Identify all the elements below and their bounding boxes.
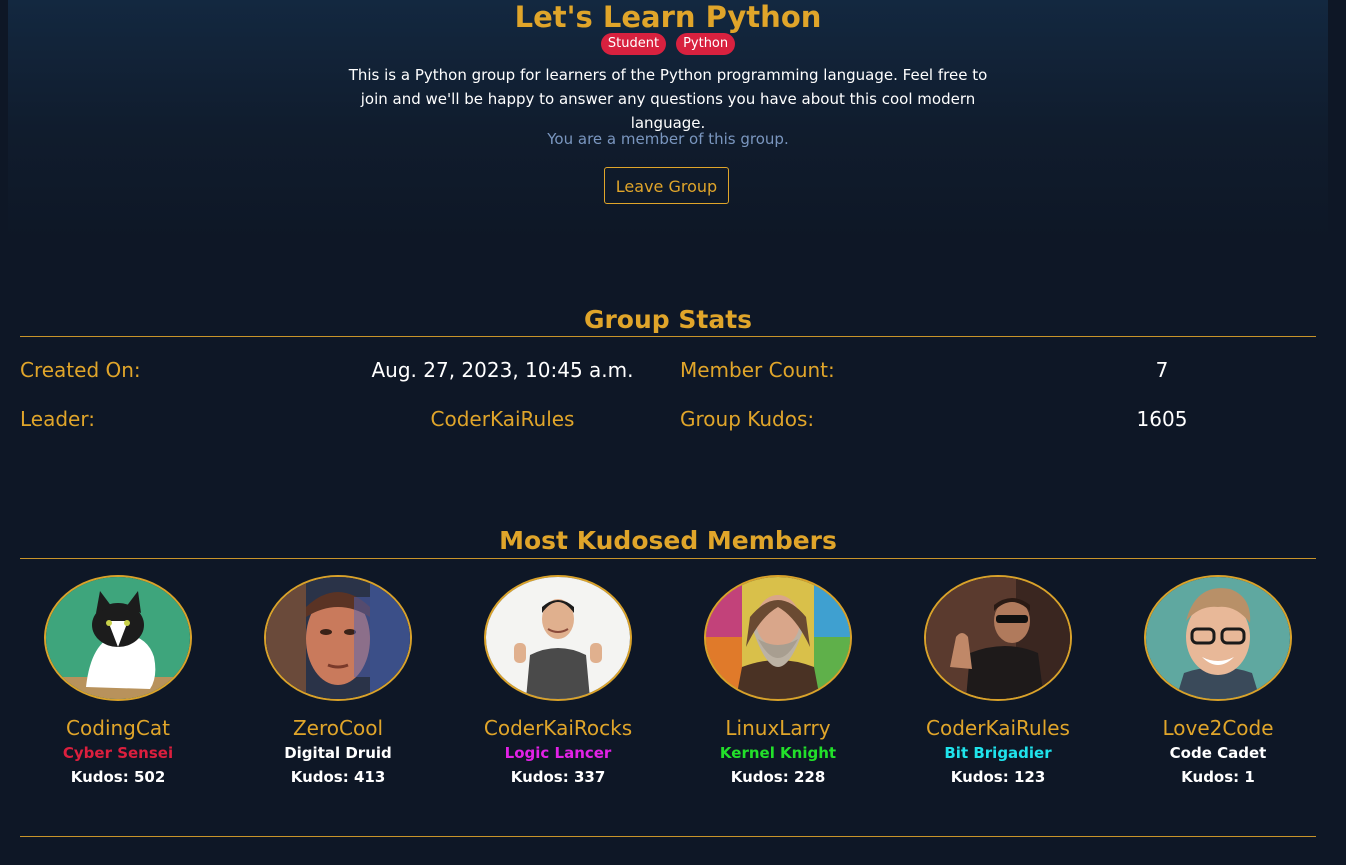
- member-card-coderkairocks: CoderKaiRocks Logic Lancer Kudos: 337: [448, 575, 668, 789]
- most-kudosed-heading: Most Kudosed Members: [499, 526, 837, 555]
- tag-badge-python: Python: [676, 33, 736, 55]
- member-kudos: Kudos: 413: [290, 768, 386, 786]
- member-card-zerocool: ZeroCool Digital Druid Kudos: 413: [228, 575, 448, 789]
- avatar[interactable]: [44, 575, 192, 701]
- group-description: This is a Python group for learners of t…: [348, 66, 988, 132]
- member-kudos: Kudos: 228: [730, 768, 826, 786]
- avatar[interactable]: [924, 575, 1072, 701]
- person-photo-icon: [926, 577, 1070, 699]
- group-title: Let's Learn Python: [514, 0, 822, 34]
- membership-status: You are a member of this group.: [547, 130, 789, 148]
- member-card-love2code: Love2Code Code Cadet Kudos: 1: [1108, 575, 1328, 789]
- member-name[interactable]: CodingCat: [8, 715, 228, 741]
- member-name[interactable]: CoderKaiRocks: [448, 715, 668, 741]
- member-name[interactable]: CoderKaiRules: [888, 715, 1108, 741]
- member-name[interactable]: ZeroCool: [228, 715, 448, 741]
- person-photo-icon: [706, 577, 850, 699]
- member-rank: Bit Brigadier: [944, 744, 1052, 762]
- member-name[interactable]: Love2Code: [1108, 715, 1328, 741]
- member-rank: Logic Lancer: [504, 744, 612, 762]
- member-card-codingcat: CodingCat Cyber Sensei Kudos: 502: [8, 575, 228, 789]
- created-on-value: Aug. 27, 2023, 10:45 a.m.: [371, 358, 634, 382]
- leave-group-button[interactable]: Leave Group: [604, 167, 729, 204]
- members-divider: [20, 558, 1316, 559]
- member-name[interactable]: LinuxLarry: [668, 715, 888, 741]
- member-card-coderkairules: CoderKaiRules Bit Brigadier Kudos: 123: [888, 575, 1108, 789]
- person-photo-icon: [1146, 577, 1290, 699]
- member-kudos: Kudos: 502: [70, 768, 166, 786]
- group-kudos-label: Group Kudos:: [680, 407, 815, 431]
- group-page: Let's Learn Python Student Python This i…: [0, 0, 1346, 865]
- group-tags: Student Python: [0, 33, 1336, 55]
- person-photo-icon: [486, 577, 630, 699]
- leader-label: Leader:: [20, 407, 95, 431]
- member-count-value: 7: [1155, 358, 1169, 382]
- group-stats-heading: Group Stats: [583, 305, 753, 334]
- tag-badge-student: Student: [600, 33, 667, 55]
- created-on-label: Created On:: [20, 358, 141, 382]
- group-kudos-value: 1605: [1136, 407, 1188, 431]
- footer-divider: [20, 836, 1316, 837]
- leader-link[interactable]: CoderKaiRules: [380, 406, 625, 432]
- avatar[interactable]: [264, 575, 412, 701]
- member-rank: Digital Druid: [284, 744, 392, 762]
- member-count-label: Member Count:: [680, 358, 835, 382]
- member-rank: Kernel Knight: [719, 744, 837, 762]
- member-kudos: Kudos: 337: [510, 768, 606, 786]
- person-photo-icon: [266, 577, 410, 699]
- avatar[interactable]: [1144, 575, 1292, 701]
- group-stats-divider: [20, 336, 1316, 337]
- avatar[interactable]: [484, 575, 632, 701]
- member-card-linuxlarry: LinuxLarry Kernel Knight Kudos: 228: [668, 575, 888, 789]
- cat-photo-icon: [46, 577, 190, 699]
- member-kudos: Kudos: 123: [950, 768, 1046, 786]
- avatar[interactable]: [704, 575, 852, 701]
- member-rank: Cyber Sensei: [62, 744, 174, 762]
- member-rank: Code Cadet: [1169, 744, 1267, 762]
- member-kudos: Kudos: 1: [1181, 768, 1255, 786]
